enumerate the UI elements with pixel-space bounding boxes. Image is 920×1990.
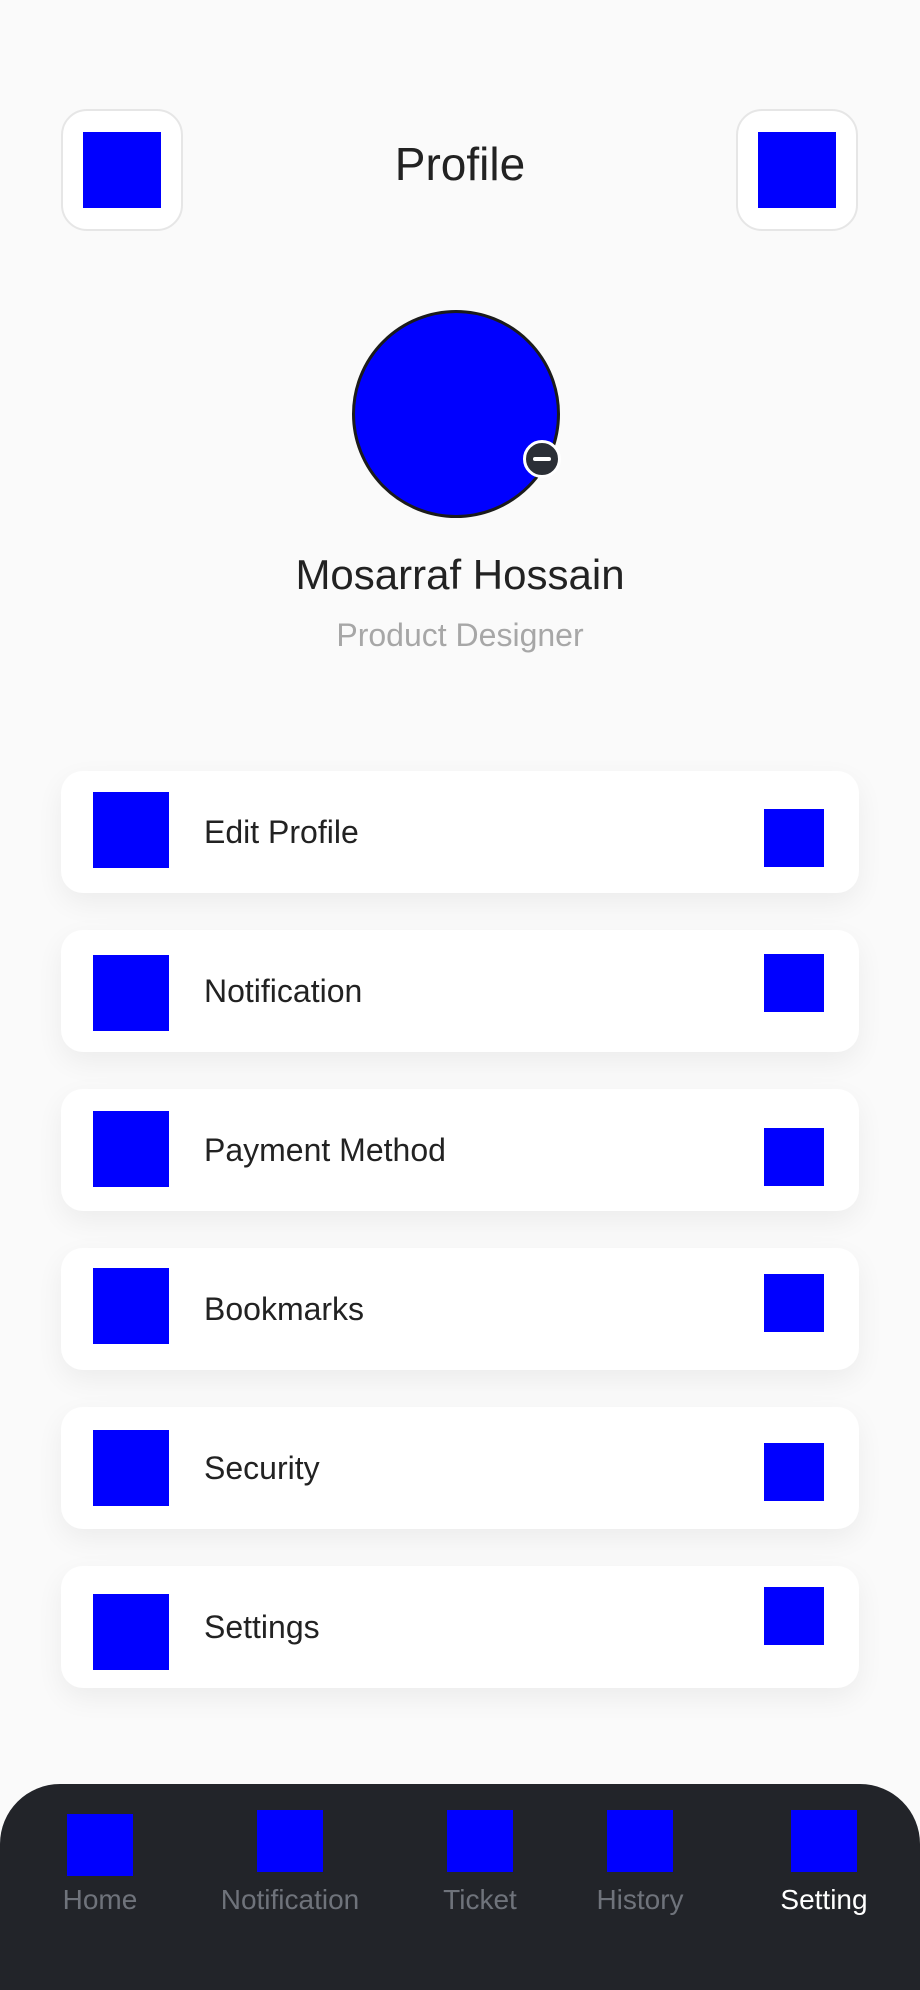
bell-icon — [93, 955, 169, 1031]
menu-item-label: Notification — [204, 973, 363, 1009]
menu-item-notification[interactable]: Notification — [61, 930, 859, 1052]
user-role: Product Designer — [336, 617, 584, 653]
user-icon — [93, 792, 169, 868]
chevron-right-icon — [764, 954, 824, 1012]
shield-icon — [93, 1430, 169, 1506]
profile-menu: Edit Profile Notification Payment Method… — [61, 771, 859, 1725]
bell-icon — [257, 1810, 323, 1872]
menu-item-label: Settings — [204, 1609, 320, 1645]
menu-item-bookmarks[interactable]: Bookmarks — [61, 1248, 859, 1370]
gear-icon — [93, 1594, 169, 1670]
user-name: Mosarraf Hossain — [295, 551, 625, 598]
nav-label: Setting — [780, 1884, 868, 1915]
chevron-right-icon — [764, 809, 824, 867]
menu-item-security[interactable]: Security — [61, 1407, 859, 1529]
menu-item-payment-method[interactable]: Payment Method — [61, 1089, 859, 1211]
nav-item-ticket[interactable]: Ticket — [426, 1810, 534, 1918]
nav-item-notification[interactable]: Notification — [205, 1810, 375, 1918]
profile-screen: Profile Mosarraf Hossain Product Designe… — [0, 0, 920, 1990]
chevron-right-icon — [764, 1274, 824, 1332]
chevron-right-icon — [764, 1128, 824, 1186]
wallet-icon — [93, 1111, 169, 1187]
nav-item-home[interactable]: Home — [44, 1810, 156, 1918]
nav-label: Notification — [220, 1884, 360, 1915]
chevron-right-icon — [764, 1443, 824, 1501]
menu-item-edit-profile[interactable]: Edit Profile — [61, 771, 859, 893]
home-icon — [67, 1814, 133, 1876]
bookmark-icon — [93, 1268, 169, 1344]
bottom-nav: Home Notification Ticket History Setting — [0, 1784, 920, 1990]
more-icon — [758, 132, 836, 208]
avatar[interactable] — [352, 310, 560, 518]
nav-label: History — [596, 1884, 684, 1915]
menu-item-settings[interactable]: Settings — [61, 1566, 859, 1688]
more-button[interactable] — [736, 109, 858, 231]
chevron-right-icon — [764, 1587, 824, 1645]
edit-icon — [533, 457, 551, 461]
menu-item-label: Payment Method — [204, 1132, 446, 1168]
avatar-edit-button[interactable] — [523, 440, 561, 478]
menu-item-label: Edit Profile — [204, 814, 359, 850]
gear-icon — [791, 1810, 857, 1872]
nav-item-setting[interactable]: Setting — [756, 1810, 892, 1918]
menu-item-label: Bookmarks — [204, 1291, 365, 1327]
menu-item-label: Security — [204, 1450, 320, 1486]
nav-label: Ticket — [443, 1884, 517, 1915]
nav-item-history[interactable]: History — [585, 1810, 695, 1918]
history-icon — [607, 1810, 673, 1872]
ticket-icon — [447, 1810, 513, 1872]
nav-label: Home — [62, 1884, 138, 1915]
